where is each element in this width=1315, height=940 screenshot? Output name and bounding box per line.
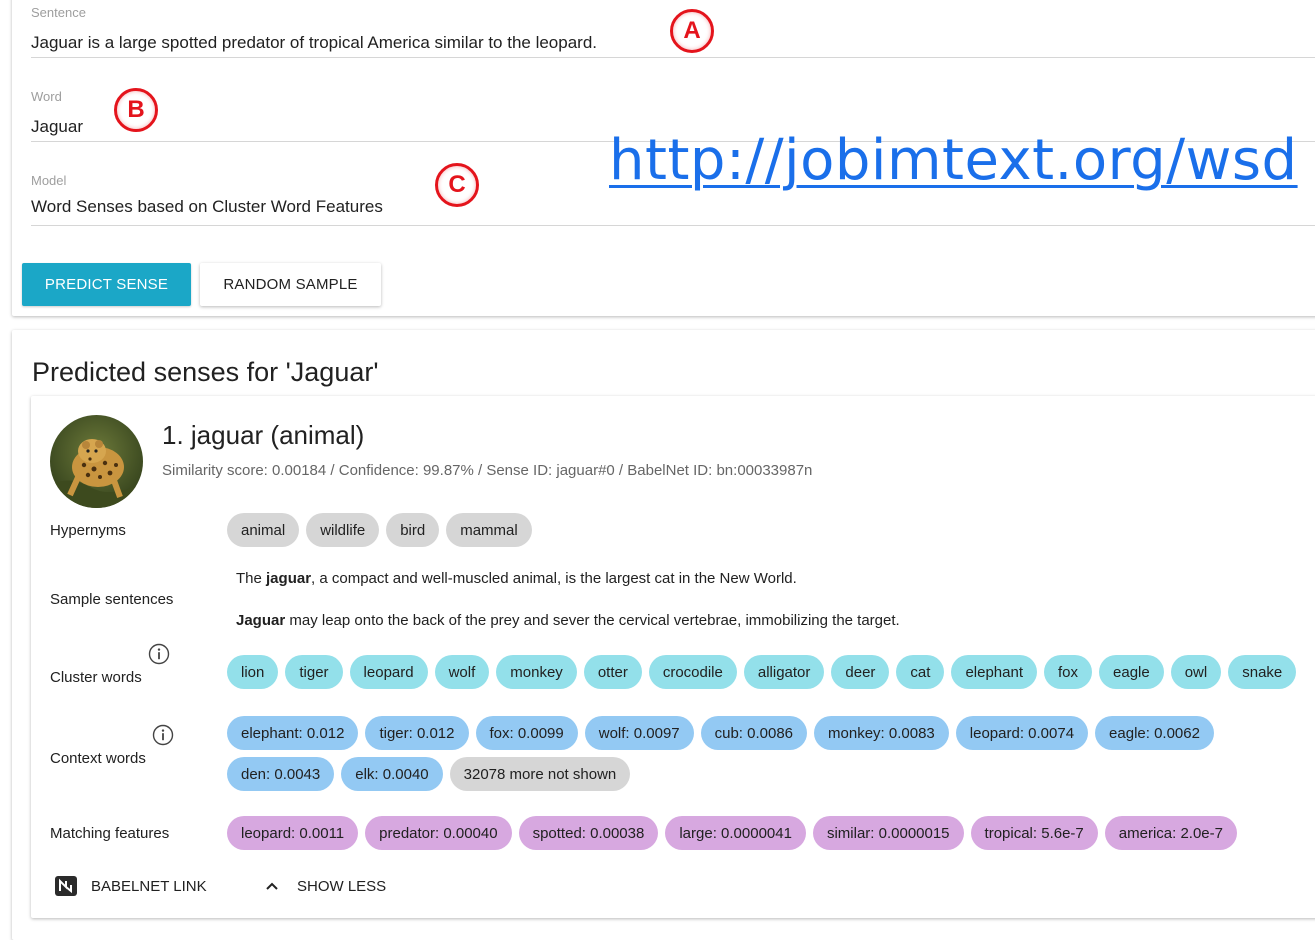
cluster-word-chip[interactable]: monkey	[496, 655, 577, 689]
cluster-word-chip[interactable]: elephant	[951, 655, 1037, 689]
babelnet-link-label: BABELNET LINK	[91, 877, 207, 895]
sentence-input[interactable]: Jaguar is a large spotted predator of tr…	[31, 33, 597, 53]
cluster-word-chips: lion tiger leopard wolf monkey otter crocodile…	[227, 655, 1297, 689]
model-underline	[31, 225, 1315, 226]
cluster-word-chip[interactable]: tiger	[285, 655, 343, 689]
context-word-chip[interactable]: eagle: 0.0062	[1095, 716, 1214, 750]
info-icon[interactable]	[148, 643, 170, 665]
cluster-word-chip[interactable]: fox	[1044, 655, 1093, 689]
sample-sentence: The jaguar, a compact and well-muscled a…	[236, 570, 797, 587]
matching-feature-chips: leopard: 0.0011 predator: 0.00040 spotted:…	[227, 816, 1237, 850]
cluster-word-chip[interactable]: leopard	[349, 655, 428, 689]
chevron-up-icon	[266, 882, 278, 890]
context-words-label: Context words	[50, 750, 146, 767]
hypernym-chips: animal wildlife bird mammal	[227, 513, 532, 547]
cluster-word-chip[interactable]: otter	[583, 655, 642, 689]
show-less-label: SHOW LESS	[297, 877, 387, 895]
context-word-chip[interactable]: wolf: 0.0097	[584, 716, 694, 750]
context-word-chips: elephant: 0.012 tiger: 0.012 fox: 0.0099 wo…	[227, 716, 1307, 791]
word-input[interactable]: Jaguar	[31, 117, 83, 137]
hypernym-chip[interactable]: mammal	[446, 513, 532, 547]
hypernym-chip[interactable]: wildlife	[306, 513, 380, 547]
marker-c: C	[435, 163, 479, 207]
jobimtext-link[interactable]: http://jobimtext.org/wsd	[609, 128, 1298, 193]
sense-title: 1. jaguar (animal)	[162, 420, 365, 450]
babelnet-link-button[interactable]: BABELNET LINK	[54, 873, 207, 899]
cluster-word-chip[interactable]: eagle	[1099, 655, 1164, 689]
matching-feature-chip[interactable]: spotted: 0.00038	[518, 816, 659, 850]
cluster-word-chip[interactable]: wolf	[434, 655, 490, 689]
context-word-chip[interactable]: monkey: 0.0083	[814, 716, 949, 750]
sense-meta: Similarity score: 0.00184 / Confidence: …	[162, 462, 813, 479]
results-title: Predicted senses for 'Jaguar'	[32, 357, 379, 387]
cluster-words-label: Cluster words	[50, 669, 142, 686]
babelnet-icon	[55, 876, 77, 896]
matching-feature-chip[interactable]: leopard: 0.0011	[227, 816, 359, 850]
cluster-word-chip[interactable]: owl	[1170, 655, 1222, 689]
word-label: Word	[31, 89, 62, 104]
show-less-button[interactable]: SHOW LESS	[265, 873, 386, 899]
hypernym-chip[interactable]: animal	[227, 513, 300, 547]
context-word-chip[interactable]: tiger: 0.012	[365, 716, 469, 750]
model-label: Model	[31, 173, 67, 188]
context-word-chip[interactable]: elephant: 0.012	[227, 716, 359, 750]
predict-sense-button[interactable]: PREDICT SENSE	[22, 263, 191, 306]
sample-sentence: Jaguar may leap onto the back of the pre…	[236, 612, 900, 629]
model-select[interactable]: Word Senses based on Cluster Word Featur…	[31, 197, 383, 217]
context-word-chip[interactable]: cub: 0.0086	[700, 716, 808, 750]
marker-a: A	[670, 9, 714, 53]
matching-feature-chip[interactable]: america: 2.0e-7	[1104, 816, 1237, 850]
context-word-chip[interactable]: leopard: 0.0074	[955, 716, 1089, 750]
context-word-chip[interactable]: fox: 0.0099	[475, 716, 578, 750]
sentence-label: Sentence	[31, 5, 86, 20]
cluster-word-chip[interactable]: alligator	[743, 655, 825, 689]
context-word-chip[interactable]: elk: 0.0040	[341, 757, 443, 791]
jaguar-avatar	[50, 415, 143, 508]
random-sample-button[interactable]: RANDOM SAMPLE	[200, 263, 381, 306]
sample-sentences-label: Sample sentences	[50, 591, 174, 608]
cluster-word-chip[interactable]: deer	[831, 655, 890, 689]
hypernym-chip[interactable]: bird	[386, 513, 440, 547]
matching-features-label: Matching features	[50, 825, 170, 842]
cluster-word-chip[interactable]: lion	[227, 655, 279, 689]
matching-feature-chip[interactable]: predator: 0.00040	[365, 816, 512, 850]
context-word-chip[interactable]: den: 0.0043	[227, 757, 335, 791]
more-not-shown-chip[interactable]: 32078 more not shown	[449, 757, 631, 791]
cluster-word-chip[interactable]: crocodile	[648, 655, 737, 689]
sentence-underline	[31, 57, 1315, 58]
hypernyms-label: Hypernyms	[50, 522, 126, 539]
cluster-word-chip[interactable]: snake	[1228, 655, 1297, 689]
marker-b: B	[114, 88, 158, 132]
matching-feature-chip[interactable]: tropical: 5.6e-7	[970, 816, 1098, 850]
matching-feature-chip[interactable]: similar: 0.0000015	[812, 816, 964, 850]
info-icon[interactable]	[152, 724, 174, 746]
matching-feature-chip[interactable]: large: 0.0000041	[665, 816, 806, 850]
cluster-word-chip[interactable]: cat	[896, 655, 945, 689]
